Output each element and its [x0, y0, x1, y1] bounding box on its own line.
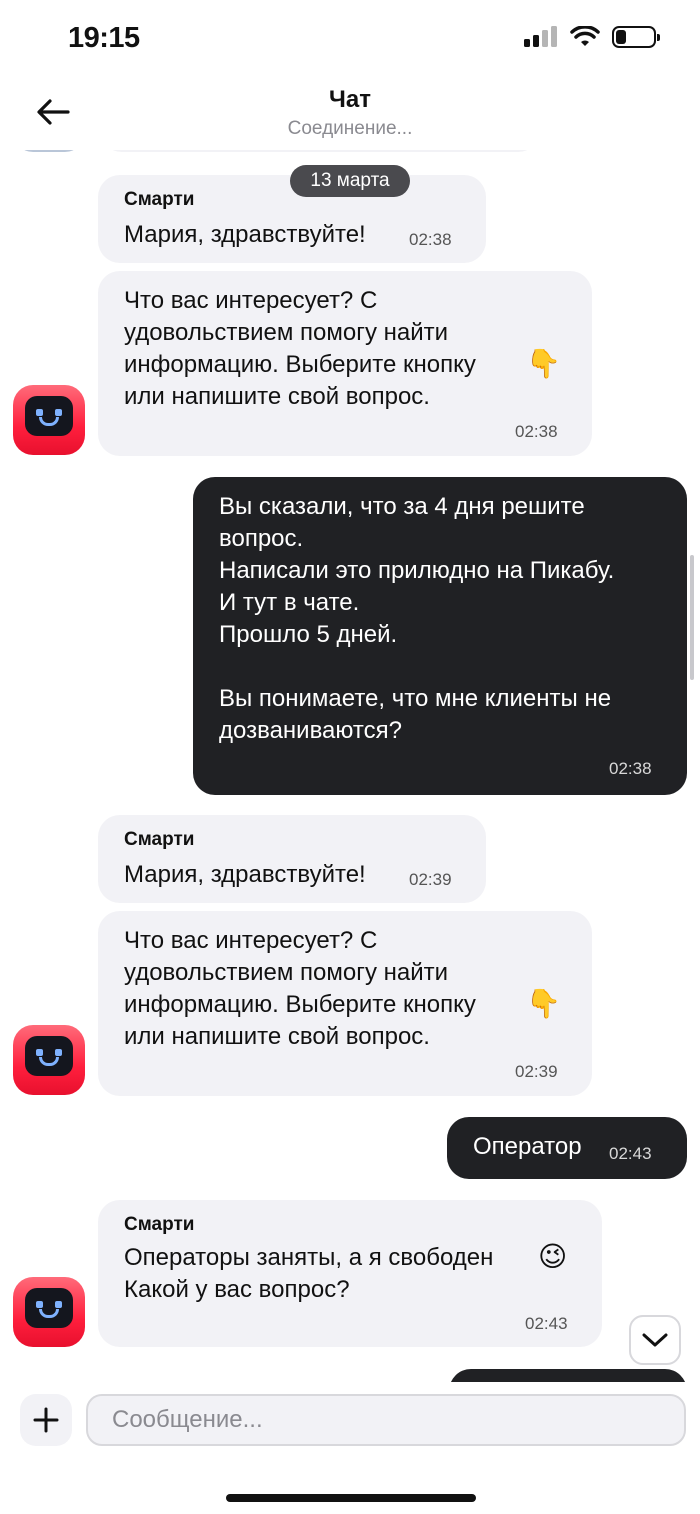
sender-name: Смарти	[124, 829, 195, 850]
bot-message[interactable]: Что вас интересует? С удовольствием помо…	[98, 911, 592, 1096]
message-text: Что вас интересует? С удовольствием помо…	[124, 287, 476, 410]
winking-face-emoji: 😉	[538, 1241, 568, 1272]
wifi-icon	[570, 26, 600, 46]
attach-button[interactable]	[20, 1394, 72, 1446]
message-time: 02:38	[609, 759, 652, 778]
user-message[interactable]: Вы сказали, что за 4 дня решите вопрос. …	[193, 477, 687, 795]
chevron-down-icon	[642, 1333, 668, 1347]
message-time: 02:39	[409, 870, 452, 889]
message-composer: Сообщение...	[0, 1382, 700, 1514]
status-time: 19:15	[68, 22, 140, 54]
chat-header: Чат Соединение...	[0, 80, 700, 150]
bot-avatar	[13, 1025, 85, 1095]
pointing-down-emoji: 👇	[526, 348, 561, 379]
connection-status: Соединение...	[287, 118, 413, 139]
user-message-partial	[449, 1369, 687, 1382]
message-input[interactable]: Сообщение...	[86, 1394, 686, 1446]
message-time: 02:38	[515, 422, 558, 441]
status-bar: 19:15	[0, 0, 700, 80]
message-time: 02:43	[525, 1314, 568, 1333]
battery-icon	[612, 26, 660, 48]
sender-name: Смарти	[124, 189, 195, 210]
pointing-down-emoji: 👇	[526, 988, 561, 1019]
message-text: Мария, здравствуйте!	[124, 861, 366, 888]
bot-avatar	[13, 1277, 85, 1347]
message-text: Оператор	[473, 1133, 582, 1160]
date-separator: 13 марта	[290, 165, 410, 197]
message-list[interactable]: 13 марта Смарти Мария, здравствуйте! 02:…	[0, 120, 700, 1382]
message-time: 02:38	[409, 230, 452, 249]
bot-message[interactable]: Смарти Мария, здравствуйте! 02:39	[98, 815, 486, 903]
message-text: Вы сказали, что за 4 дня решите вопрос. …	[219, 493, 615, 744]
message-text: Операторы заняты, а я свободен Какой у в…	[124, 1244, 494, 1303]
message-text: Что вас интересует? С удовольствием помо…	[124, 927, 476, 1050]
cellular-signal-icon	[524, 26, 557, 47]
sender-name: Смарти	[124, 1214, 195, 1235]
user-message[interactable]: Оператор 02:43	[447, 1117, 687, 1179]
scrollbar[interactable]	[690, 555, 694, 680]
home-indicator[interactable]	[226, 1494, 476, 1502]
bot-message[interactable]: Что вас интересует? С удовольствием помо…	[98, 271, 592, 456]
message-time: 02:39	[515, 1062, 558, 1081]
message-time: 02:43	[609, 1144, 652, 1163]
page-title: Чат	[329, 86, 371, 113]
status-icons	[524, 26, 660, 48]
bot-avatar	[13, 385, 85, 455]
scroll-down-button[interactable]	[629, 1315, 681, 1365]
message-text: Мария, здравствуйте!	[124, 221, 366, 248]
plus-icon	[33, 1407, 59, 1433]
bot-message[interactable]: Смарти Операторы заняты, а я свободен Ка…	[98, 1200, 602, 1347]
